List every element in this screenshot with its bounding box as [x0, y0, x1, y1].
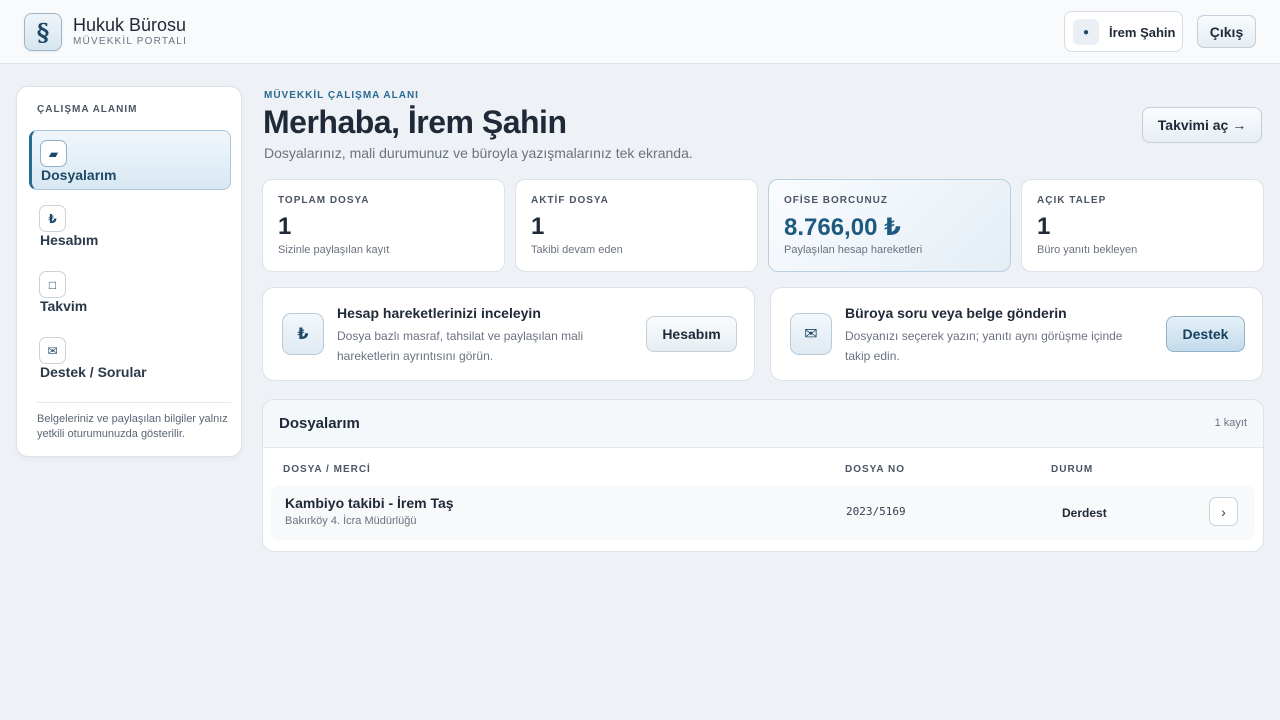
action-description: Dosyanızı seçerek yazın; yanıtı aynı gör…: [845, 329, 1123, 363]
stat-value: 1: [1037, 213, 1051, 240]
stat-description: Paylaşılan hesap hareketleri: [784, 244, 923, 256]
action-card-support: ✉ Büroya soru veya belge gönderin Dosyan…: [770, 287, 1263, 381]
section-sign-logo-icon: §: [24, 13, 62, 51]
stat-label: TOPLAM DOSYA: [278, 195, 370, 206]
stat-card-debt: OFİSE BORCUNUZ 8.766,00 ₺ Paylaşılan hes…: [768, 179, 1011, 272]
stat-card-open-requests: AÇIK TALEP 1 Büro yanıtı bekleyen: [1021, 179, 1264, 272]
sidebar: ÇALIŞMA ALANIM ▰ Dosyalarım ₺ Hesabım □ …: [16, 86, 242, 457]
brand-subtitle: MÜVEKKİL PORTALI: [73, 36, 188, 47]
files-title: Dosyalarım: [279, 415, 360, 432]
mail-icon: ✉: [39, 337, 66, 364]
account-button[interactable]: Hesabım: [646, 316, 737, 352]
stat-card-active-files: AKTİF DOSYA 1 Takibi devam eden: [515, 179, 758, 272]
action-card-account: ₺ Hesap hareketlerinizi inceleyin Dosya …: [262, 287, 755, 381]
stat-label: OFİSE BORCUNUZ: [784, 195, 888, 206]
open-calendar-button[interactable]: Takvimi aç →: [1142, 107, 1262, 143]
stat-label: AKTİF DOSYA: [531, 195, 609, 206]
folder-icon: ▰: [40, 140, 67, 167]
stat-description: Sizinle paylaşılan kayıt: [278, 244, 390, 256]
page-subtitle: Dosyalarınız, mali durumunuz ve büroyla …: [264, 145, 693, 161]
chevron-right-icon[interactable]: ›: [1209, 497, 1238, 526]
sidebar-title: ÇALIŞMA ALANIM: [37, 104, 138, 115]
stat-value: 1: [531, 213, 545, 240]
sidebar-item-dosyalarim[interactable]: ▰ Dosyalarım: [29, 130, 231, 190]
sidebar-note: Belgeleriniz ve paylaşılan bilgiler yaln…: [37, 413, 228, 440]
column-header-file: DOSYA / MERCİ: [283, 464, 371, 475]
avatar-dot-icon: ●: [1073, 19, 1099, 45]
calendar-icon: □: [39, 271, 66, 298]
files-header: Dosyalarım 1 kayıt: [263, 400, 1263, 448]
stat-description: Büro yanıtı bekleyen: [1037, 244, 1138, 256]
stat-label: AÇIK TALEP: [1037, 195, 1107, 206]
files-count: 1 kayıt: [1214, 417, 1247, 429]
logout-button[interactable]: Çıkış: [1197, 15, 1256, 48]
sidebar-item-label: Destek / Sorular: [40, 364, 147, 380]
file-number: 2023/5169: [846, 505, 906, 518]
stat-description: Takibi devam eden: [531, 244, 623, 256]
sidebar-divider: [37, 402, 231, 403]
column-header-status: DURUM: [1051, 464, 1094, 475]
sidebar-item-label: Dosyalarım: [41, 167, 117, 183]
lira-icon: ₺: [282, 313, 324, 355]
page-eyebrow: MÜVEKKİL ÇALIŞMA ALANI: [264, 90, 419, 101]
user-name: İrem Şahin: [1109, 25, 1176, 40]
mail-icon: ✉: [790, 313, 832, 355]
sidebar-item-destek[interactable]: ✉ Destek / Sorular: [29, 328, 231, 388]
sidebar-item-takvim[interactable]: □ Takvim: [29, 262, 231, 322]
table-row[interactable]: Kambiyo takibi - İrem Taş Bakırköy 4. İc…: [271, 486, 1255, 540]
stat-card-total-files: TOPLAM DOSYA 1 Sizinle paylaşılan kayıt: [262, 179, 505, 272]
files-panel: Dosyalarım 1 kayıt DOSYA / MERCİ DOSYA N…: [262, 399, 1264, 552]
action-description: Dosya bazlı masraf, tahsilat ve paylaşıl…: [337, 329, 584, 363]
sidebar-item-hesabim[interactable]: ₺ Hesabım: [29, 196, 231, 256]
file-title: Kambiyo takibi - İrem Taş: [285, 495, 454, 511]
top-bar: § Hukuk Bürosu MÜVEKKİL PORTALI ● İrem Ş…: [0, 0, 1280, 64]
column-header-file-no: DOSYA NO: [845, 464, 906, 475]
page-title: Merhaba, İrem Şahin: [263, 104, 567, 140]
sidebar-item-label: Takvim: [40, 298, 88, 314]
action-title: Büroya soru veya belge gönderin: [845, 305, 1067, 321]
brand-name: Hukuk Bürosu: [73, 15, 187, 35]
stat-value: 8.766,00 ₺: [784, 214, 901, 241]
status-badge: Derdest: [1062, 506, 1107, 520]
action-title: Hesap hareketlerinizi inceleyin: [337, 305, 541, 321]
user-chip[interactable]: ● İrem Şahin: [1064, 11, 1183, 52]
support-button[interactable]: Destek: [1166, 316, 1245, 352]
sidebar-item-label: Hesabım: [40, 232, 99, 248]
file-court: Bakırköy 4. İcra Müdürlüğü: [285, 515, 417, 527]
stat-value: 1: [278, 213, 292, 240]
lira-icon: ₺: [39, 205, 66, 232]
